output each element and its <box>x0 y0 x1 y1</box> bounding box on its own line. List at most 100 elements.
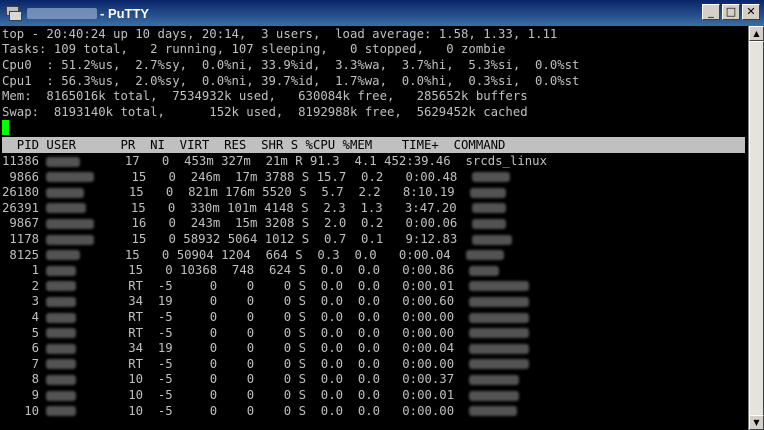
pr-cell: RT <box>120 325 144 340</box>
terminal[interactable]: top - 20:40:24 up 10 days, 20:14, 3 user… <box>0 26 749 430</box>
virt-cell: 0 <box>172 403 218 418</box>
ni-cell: 0 <box>143 185 174 200</box>
shr-cell: 0 <box>254 372 292 387</box>
pr-cell: 15 <box>117 247 140 262</box>
mem-cell: 0.2 <box>346 216 384 231</box>
pr-cell: RT <box>120 310 144 324</box>
maximize-button[interactable]: □ <box>722 4 740 20</box>
scrollbar-thumb[interactable] <box>749 41 764 421</box>
process-row: 1178 15 0 58932 5064 1012 S 0.7 0.1 9:12… <box>2 231 513 247</box>
vertical-scrollbar[interactable]: ▲ ▼ <box>748 26 764 430</box>
redacted-user <box>46 218 95 229</box>
mem-cell: 0.2 <box>346 169 384 184</box>
scroll-up-arrow-icon[interactable]: ▲ <box>749 26 764 41</box>
ni-cell: -5 <box>143 325 173 340</box>
res-cell: 101m <box>219 200 257 215</box>
res-cell: 327m <box>213 154 251 168</box>
mem-cell: 0.0 <box>343 372 381 387</box>
mem-cell: 0.0 <box>343 310 381 324</box>
pr-cell: 34 <box>120 294 144 309</box>
res-cell: 1204 <box>213 247 251 262</box>
ni-cell: 0 <box>146 216 176 231</box>
pid-cell: 9867 <box>2 216 40 231</box>
ni-cell: 0 <box>139 154 170 168</box>
virt-cell: 50904 <box>169 247 214 262</box>
time-cell: 0:00.04 <box>376 247 451 262</box>
process-row: 3 34 19 0 0 0 S 0.0 0.0 0:00.60 <box>2 293 529 309</box>
process-row: 9 10 -5 0 0 0 S 0.0 0.0 0:00.01 <box>2 387 519 403</box>
cpu-cell: 0.0 <box>306 325 344 340</box>
redacted-command <box>468 281 529 292</box>
cpu-cell: 0.0 <box>306 388 344 402</box>
mem-cell: 0.0 <box>339 247 377 262</box>
ni-cell: 0 <box>146 169 176 184</box>
state-cell: S <box>294 216 310 231</box>
virt-cell: 0 <box>172 372 218 387</box>
pr-cell: RT <box>120 356 144 371</box>
cpu-cell: 0.0 <box>306 263 344 278</box>
state-cell: S <box>291 356 306 371</box>
pr-cell: 34 <box>120 341 144 356</box>
res-cell: 0 <box>217 310 255 324</box>
time-cell: 452:39.46 <box>376 154 451 168</box>
redacted-user <box>46 406 77 417</box>
time-cell: 0:00.00 <box>380 325 455 340</box>
redacted-user <box>46 234 95 245</box>
summary-tasks: Tasks: 109 total, 2 running, 107 sleepin… <box>2 42 506 56</box>
ni-cell: -5 <box>143 403 173 418</box>
mem-cell: 0.0 <box>343 294 381 309</box>
shr-cell: 0 <box>254 403 292 418</box>
mem-cell: 2.2 <box>343 185 381 200</box>
res-cell: 176m <box>217 185 255 200</box>
putty-icon[interactable] <box>5 5 22 21</box>
summary-swap: Swap: 8193140k total, 152k used, 8192988… <box>2 105 528 119</box>
state-cell: S <box>291 372 306 387</box>
scroll-down-arrow-icon[interactable]: ▼ <box>749 415 764 430</box>
time-cell: 0:00.37 <box>380 372 455 387</box>
pr-cell: 15 <box>124 169 147 184</box>
shr-cell: 0 <box>254 341 292 356</box>
time-cell: 0:00.01 <box>380 388 455 402</box>
time-cell: 0:00.86 <box>380 263 455 278</box>
mem-cell: 0.0 <box>343 403 381 418</box>
process-row: 4 RT -5 0 0 0 S 0.0 0.0 0:00.00 <box>2 309 529 325</box>
process-row: 10 10 -5 0 0 0 S 0.0 0.0 0:00.00 <box>2 403 517 419</box>
close-button[interactable]: ✕ <box>742 4 760 20</box>
redacted-user <box>46 328 77 339</box>
window-titlebar[interactable]: - PuTTY _ □ ✕ <box>0 0 764 26</box>
pid-cell: 7 <box>2 356 40 371</box>
redacted-command <box>468 406 517 417</box>
pid-cell: 9866 <box>2 169 40 184</box>
redacted-user <box>46 312 77 323</box>
process-row: 8125 15 0 50904 1204 664 S 0.3 0.0 0:00.… <box>2 247 504 263</box>
state-cell: S <box>291 263 306 278</box>
cpu-cell: 0.7 <box>309 232 347 246</box>
ni-cell: -5 <box>143 278 173 293</box>
state-cell: S <box>291 278 306 293</box>
state-cell: S <box>291 388 306 402</box>
res-cell: 0 <box>217 372 255 387</box>
virt-cell: 0 <box>172 356 218 371</box>
pr-cell: 15 <box>123 200 146 215</box>
time-cell: 8:10.19 <box>380 185 455 200</box>
pid-cell: 6 <box>2 341 40 356</box>
state-cell: S <box>287 247 303 262</box>
cpu-cell: 0.0 <box>306 356 344 371</box>
redacted-command <box>468 343 529 354</box>
virt-cell: 0 <box>172 341 218 356</box>
virt-cell: 330m <box>175 200 220 215</box>
virt-cell: 10368 <box>172 263 218 278</box>
redacted-host <box>27 7 97 19</box>
res-cell: 0 <box>217 356 255 371</box>
mem-cell: 0.0 <box>343 388 381 402</box>
virt-cell: 821m <box>173 185 218 200</box>
cpu-cell: 0.0 <box>306 278 344 293</box>
summary-cpu1: Cpu1 : 56.3%us, 2.0%sy, 0.0%ni, 39.7%id,… <box>2 74 580 88</box>
terminal-cursor <box>2 120 9 135</box>
ni-cell: 0 <box>145 200 176 215</box>
redacted-command <box>469 187 506 198</box>
minimize-button[interactable]: _ <box>702 4 720 20</box>
cpu-cell: 0.3 <box>302 247 340 262</box>
res-cell: 17m <box>220 169 258 184</box>
state-cell: S <box>291 403 306 418</box>
